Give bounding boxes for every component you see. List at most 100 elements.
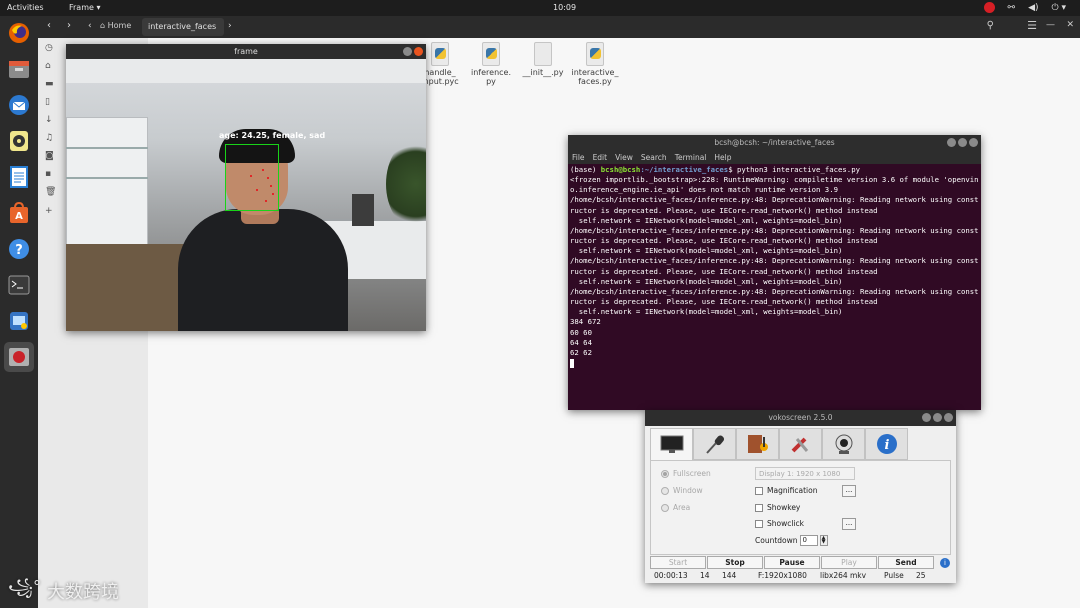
minimize-icon[interactable] <box>403 47 412 56</box>
close-icon[interactable] <box>944 413 953 422</box>
tab-webcam[interactable] <box>822 428 865 460</box>
home-folder-icon[interactable]: ⌂ <box>45 61 51 71</box>
countdown-stepper[interactable]: ▲ ▼ <box>819 535 828 546</box>
terminal-line: 60 60 <box>570 327 592 337</box>
shelf-line <box>66 177 148 179</box>
menu-view[interactable]: View <box>615 151 633 164</box>
showclick-options-button[interactable]: ... <box>842 518 856 530</box>
other-locations-icon[interactable]: + <box>45 206 53 216</box>
minimize-icon[interactable]: — <box>1046 20 1055 30</box>
countdown-input[interactable]: 0 <box>799 535 818 546</box>
prompt-user: bcsh@bcsh <box>600 165 641 174</box>
face-landmark <box>270 185 272 187</box>
help-icon[interactable]: ? <box>4 234 34 264</box>
menu-icon[interactable]: ☰ <box>1027 19 1037 32</box>
file-name: interactive_ <box>571 68 619 77</box>
pictures-icon[interactable]: ◙ <box>45 151 54 161</box>
search-icon[interactable]: ⚲ <box>987 20 994 31</box>
terminal-icon[interactable] <box>4 270 34 300</box>
radio-indicator <box>661 486 669 495</box>
check-showclick[interactable]: Showclick <box>755 519 804 528</box>
minimize-icon[interactable] <box>947 138 956 147</box>
menu-file[interactable]: File <box>572 151 585 164</box>
path-left-icon[interactable]: ‹ <box>88 21 92 31</box>
status-fps: 14 <box>700 571 710 580</box>
documents-icon[interactable]: ▯ <box>45 97 50 107</box>
terminal-line: 384 672 <box>570 317 601 327</box>
start-button[interactable]: Start <box>650 556 706 569</box>
checkbox <box>755 486 763 495</box>
terminal-line: /home/bcsh/interactive_faces/inference.p… <box>570 256 979 276</box>
clock[interactable]: 10:09 <box>553 3 576 12</box>
minimize-icon[interactable] <box>922 413 931 422</box>
menu-search[interactable]: Search <box>641 151 667 164</box>
vokoscreen-title-bar[interactable]: vokoscreen 2.5.0 <box>645 410 956 426</box>
close-icon[interactable] <box>969 138 978 147</box>
svg-text:i: i <box>884 438 889 453</box>
software-center-icon[interactable]: A <box>4 198 34 228</box>
frame-title-bar[interactable]: frame <box>66 44 426 59</box>
screenshot-app-icon[interactable] <box>4 306 34 336</box>
network-icon[interactable]: ⚯ <box>1008 3 1016 13</box>
thunderbird-icon[interactable] <box>4 90 34 120</box>
close-icon[interactable] <box>414 47 423 56</box>
check-showkey[interactable]: Showkey <box>755 503 800 512</box>
breadcrumb-current[interactable]: interactive_faces <box>142 18 224 36</box>
tab-screen[interactable] <box>650 428 693 460</box>
magnification-options-button[interactable]: ... <box>842 485 856 497</box>
downloads-icon[interactable]: ↓ <box>45 115 53 125</box>
activities-button[interactable]: Activities <box>7 3 44 12</box>
play-button[interactable]: Play <box>821 556 877 569</box>
check-label: Showkey <box>767 503 801 512</box>
menu-help[interactable]: Help <box>714 151 731 164</box>
back-icon[interactable]: ‹ <box>47 20 51 31</box>
terminal-title-bar[interactable]: bcsh@bcsh: ~/interactive_faces <box>568 135 981 151</box>
send-button[interactable]: Send <box>878 556 934 569</box>
tab-settings[interactable] <box>779 428 822 460</box>
display-select[interactable]: Display 1: 1920 x 1080 <box>755 467 855 480</box>
breadcrumb-home[interactable]: ⌂ Home <box>100 21 131 30</box>
tab-audio[interactable] <box>693 428 736 460</box>
vokoscreen-dock-icon[interactable] <box>4 342 34 372</box>
maximize-icon[interactable] <box>958 138 967 147</box>
firefox-icon[interactable] <box>4 18 34 48</box>
app-menu[interactable]: Frame ▾ <box>69 3 100 12</box>
maximize-icon[interactable] <box>933 413 942 422</box>
tab-video[interactable] <box>736 428 779 460</box>
terminal-output[interactable]: (base) bcsh@bcsh:~/interactive_faces$ py… <box>568 164 981 369</box>
equipment <box>352 194 374 226</box>
menu-terminal[interactable]: Terminal <box>675 151 707 164</box>
videos-icon[interactable]: ▪ <box>45 169 51 179</box>
file-name: __init__.py <box>522 68 564 77</box>
help-info-icon[interactable]: i <box>940 557 950 568</box>
terminal-line: /home/bcsh/interactive_faces/inference.p… <box>570 195 979 215</box>
vokoscreen-title: vokoscreen 2.5.0 <box>768 413 833 422</box>
tab-about[interactable]: i <box>865 428 908 460</box>
trash-icon[interactable]: 🗑 <box>45 187 56 197</box>
face-landmark <box>250 175 252 177</box>
terminal-line: self.network = IENetwork(model=model_xml… <box>570 215 843 225</box>
stop-button[interactable]: Stop <box>707 556 763 569</box>
radio-fullscreen[interactable]: Fullscreen <box>661 469 711 478</box>
path-right-icon[interactable]: › <box>228 21 232 31</box>
recent-icon[interactable]: ◷ <box>45 43 53 53</box>
recording-controls: Start Stop Pause Play Send i <box>650 556 950 569</box>
close-icon[interactable]: ✕ <box>1066 20 1074 30</box>
writer-icon[interactable] <box>4 162 34 192</box>
folder-icon[interactable]: ▬ <box>45 79 54 89</box>
files-icon[interactable] <box>4 54 34 84</box>
rhythmbox-icon[interactable] <box>4 126 34 156</box>
check-magnification[interactable]: Magnification <box>755 486 817 495</box>
pause-button[interactable]: Pause <box>764 556 820 569</box>
radio-window[interactable]: Window <box>661 486 703 495</box>
menu-edit[interactable]: Edit <box>593 151 608 164</box>
power-icon[interactable]: ⏻ ▾ <box>1052 3 1067 13</box>
file-interactive-faces[interactable]: interactive_ faces.py <box>571 42 619 86</box>
forward-icon[interactable]: › <box>67 20 71 31</box>
file-inference[interactable]: inference. py <box>467 42 515 86</box>
radio-area[interactable]: Area <box>661 503 690 512</box>
file-init[interactable]: __init__.py <box>519 42 567 77</box>
record-indicator-icon[interactable] <box>983 2 995 13</box>
volume-icon[interactable]: ◀) <box>1028 3 1038 13</box>
music-icon[interactable]: ♫ <box>45 133 53 143</box>
